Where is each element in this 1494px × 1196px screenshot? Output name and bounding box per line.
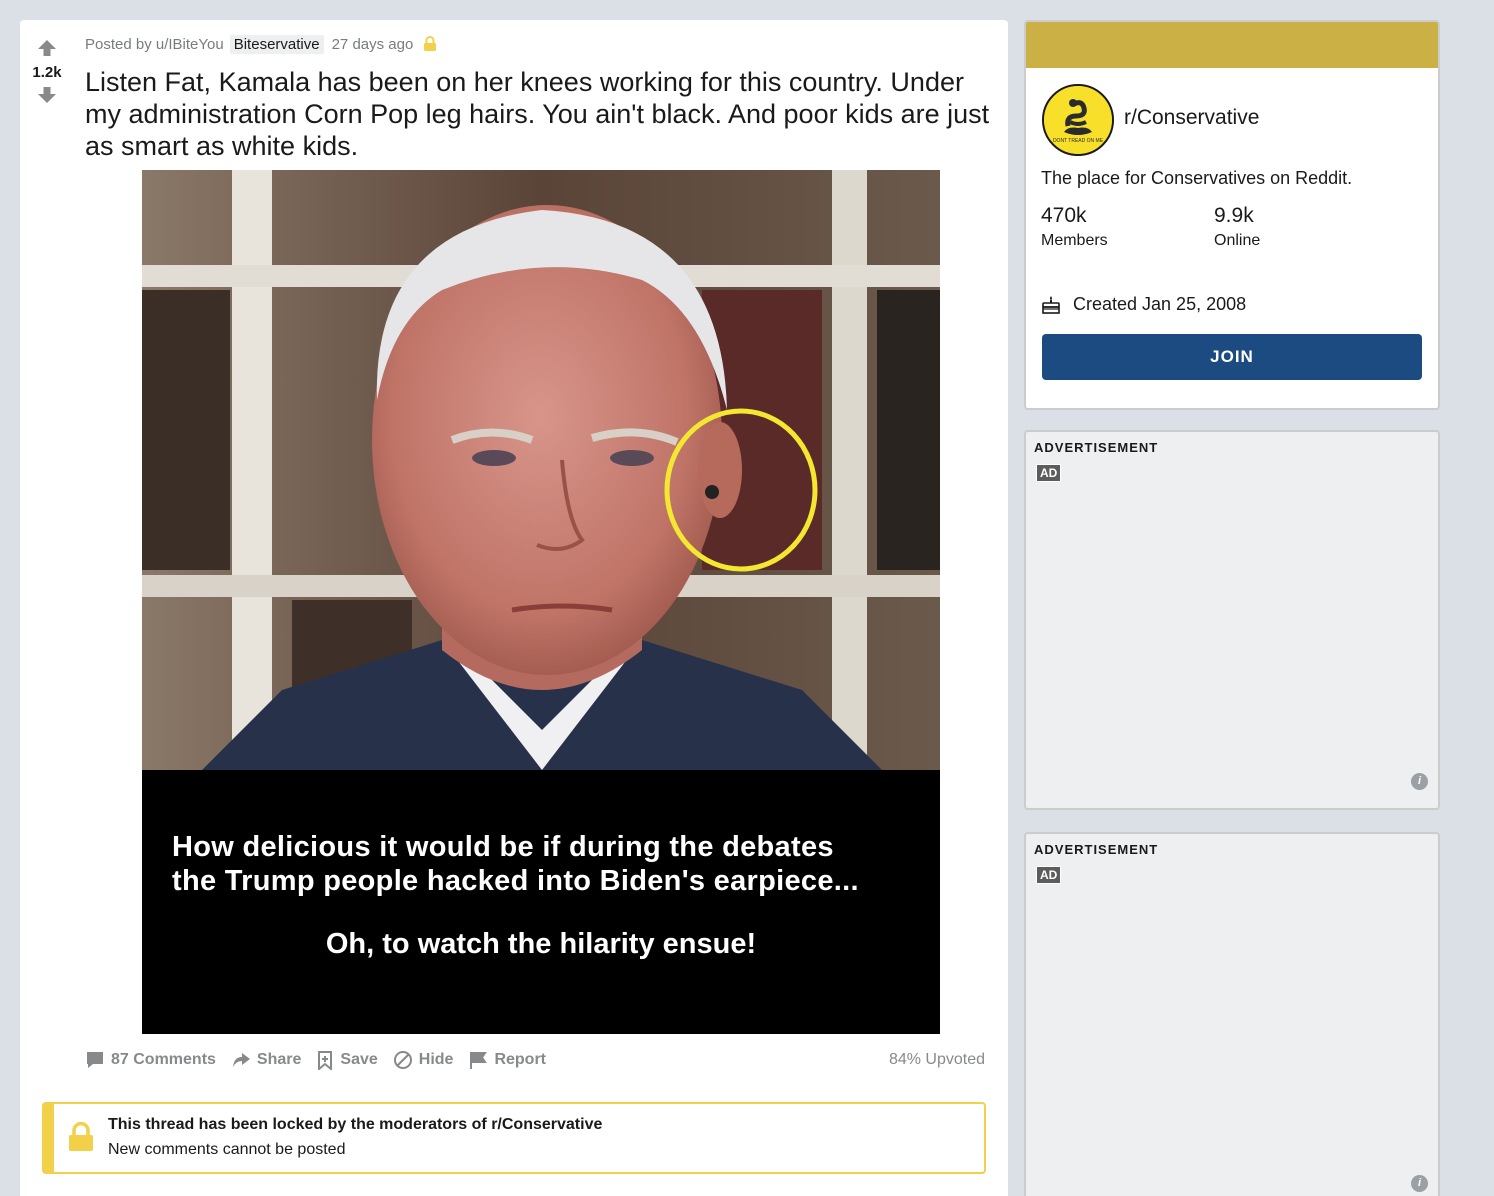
- community-about-card: DONT TREAD ON ME r/Conservative The plac…: [1024, 20, 1440, 410]
- hide-label: Hide: [418, 1051, 454, 1068]
- upvote-ratio: 84% Upvoted: [888, 1051, 985, 1068]
- posted-by-link[interactable]: Posted by u/IBiteYou: [85, 36, 224, 53]
- vote-column: 1.2k: [20, 20, 74, 107]
- locked-title: This thread has been locked by the moder…: [108, 1116, 603, 1133]
- community-description: The place for Conservatives on Reddit.: [1041, 168, 1353, 188]
- bookmark-icon: [318, 1051, 333, 1070]
- community-banner: [1026, 22, 1438, 68]
- cake-icon: [1042, 295, 1060, 314]
- lock-icon: [68, 1121, 94, 1157]
- biden-photo: [142, 170, 940, 770]
- hide-button[interactable]: Hide: [393, 1050, 454, 1070]
- post-actions-bar: 87 Comments Share Save Hide Report 84% U…: [85, 1048, 985, 1072]
- info-icon[interactable]: i: [1411, 1175, 1428, 1192]
- post-title[interactable]: Listen Fat, Kamala has been on her knees…: [85, 66, 990, 162]
- ad-badge: AD: [1036, 866, 1062, 884]
- downvote-arrow-icon: [38, 87, 56, 103]
- logo-text: DONT TREAD ON ME: [1053, 138, 1104, 144]
- vote-score: 1.2k: [32, 64, 62, 81]
- post-timestamp[interactable]: 27 days ago: [332, 36, 414, 53]
- created-label: Created Jan 25, 2008: [1073, 294, 1247, 314]
- upvote-button[interactable]: [35, 36, 59, 60]
- comments-label: 87 Comments: [111, 1051, 216, 1068]
- share-label: Share: [256, 1051, 302, 1068]
- online-count: 9.9k: [1214, 204, 1254, 227]
- user-flair: Biteservative: [229, 34, 324, 54]
- caption-line-3: Oh, to watch the hilarity ensue!: [325, 928, 757, 960]
- ad-badge: AD: [1036, 464, 1062, 482]
- comments-button[interactable]: 87 Comments: [85, 1050, 216, 1070]
- save-button[interactable]: Save: [316, 1050, 378, 1070]
- share-icon: [232, 1053, 250, 1067]
- online-label: Online: [1214, 232, 1261, 249]
- advertisement-slot[interactable]: ADVERTISEMENT AD i: [1024, 430, 1440, 810]
- info-icon[interactable]: i: [1411, 773, 1428, 790]
- caption-line-2: the Trump people hacked into Biden's ear…: [172, 865, 859, 897]
- report-button[interactable]: Report: [468, 1050, 546, 1070]
- members-label: Members: [1041, 232, 1108, 249]
- caption-block: How delicious it would be if during the …: [172, 830, 859, 898]
- comment-icon: [87, 1052, 103, 1068]
- ad-label: ADVERTISEMENT: [1034, 842, 1159, 857]
- image-caption: How delicious it would be if during the …: [142, 770, 940, 1034]
- lock-icon: [423, 36, 437, 52]
- hide-icon: [393, 1051, 412, 1069]
- advertisement-slot[interactable]: ADVERTISEMENT AD i: [1024, 832, 1440, 1196]
- report-label: Report: [494, 1051, 546, 1068]
- created-date: Created Jan 25, 2008: [1041, 294, 1246, 315]
- community-name[interactable]: r/Conservative: [1124, 106, 1259, 130]
- locked-thread-banner: This thread has been locked by the moder…: [42, 1102, 986, 1174]
- post-card: 1.2k Posted by u/IBiteYou Biteservative …: [20, 20, 1008, 1196]
- post-image[interactable]: How delicious it would be if during the …: [142, 170, 940, 1034]
- caption-line-1: How delicious it would be if during the …: [172, 831, 834, 863]
- post-meta: Posted by u/IBiteYou Biteservative 27 da…: [85, 34, 437, 54]
- members-count: 470k: [1041, 204, 1087, 227]
- flag-icon: [470, 1052, 488, 1069]
- downvote-button[interactable]: [35, 83, 59, 107]
- save-label: Save: [340, 1051, 378, 1068]
- join-button[interactable]: JOIN: [1042, 334, 1422, 380]
- community-logo[interactable]: DONT TREAD ON ME: [1042, 84, 1114, 156]
- ad-label: ADVERTISEMENT: [1034, 440, 1159, 455]
- share-button[interactable]: Share: [231, 1050, 301, 1070]
- upvote-arrow-icon: [38, 40, 56, 56]
- locked-subtitle: New comments cannot be posted: [108, 1141, 346, 1158]
